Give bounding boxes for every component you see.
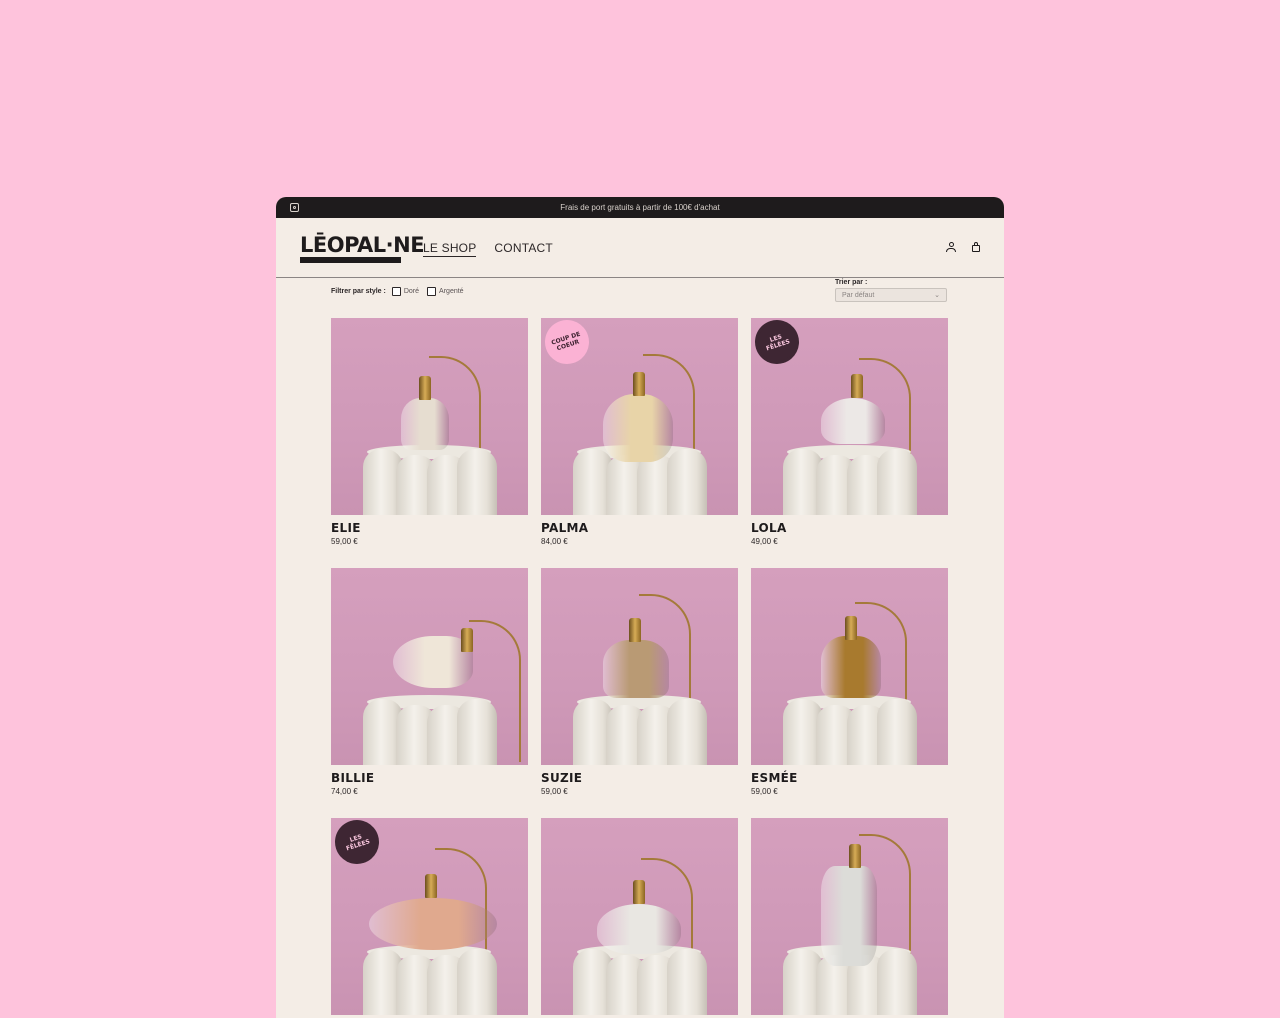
logo[interactable]: LĒOPAL·NE — [300, 233, 425, 257]
nav-le-shop[interactable]: LE SHOP — [423, 241, 477, 257]
lamp-socket — [425, 874, 437, 898]
sort-label: Trier par : — [835, 279, 868, 286]
product-price: 59,00 € — [541, 787, 568, 796]
filter-argente-label: Argenté — [439, 288, 464, 295]
lamp-socket — [629, 618, 641, 642]
chevron-down-icon: ⌄ — [934, 292, 940, 299]
product-card[interactable]: ELIE 59,00 € — [331, 318, 528, 568]
product-card[interactable] — [541, 818, 738, 1018]
product-price: 59,00 € — [751, 787, 778, 796]
product-image[interactable]: COUP DE COEUR — [541, 318, 738, 515]
site-header: LĒOPAL·NE LE SHOP CONTACT — [276, 218, 1004, 278]
product-badge: COUP DE COEUR — [543, 318, 591, 366]
product-image[interactable] — [331, 568, 528, 765]
lamp-socket — [633, 880, 645, 904]
product-image[interactable]: LES FÊLÉES — [751, 318, 948, 515]
announcement-bar: Frais de port gratuits à partir de 100€ … — [276, 197, 1004, 218]
pedestal — [359, 945, 499, 1015]
logo-underline — [300, 257, 401, 263]
pedestal — [569, 695, 709, 765]
product-name[interactable]: BILLIE — [331, 771, 528, 785]
product-card[interactable]: LES FÊLÉES — [331, 818, 528, 1018]
lamp-shade — [821, 398, 885, 444]
filter-dore-label: Doré — [403, 288, 420, 295]
product-name[interactable]: PALMA — [541, 521, 738, 535]
product-card[interactable]: BILLIE 74,00 € — [331, 568, 528, 818]
checkbox-argente[interactable] — [427, 287, 437, 296]
pedestal — [779, 445, 919, 515]
product-badge: LES FÊLÉES — [333, 818, 381, 866]
product-card[interactable] — [751, 818, 948, 1018]
sort-select[interactable]: Par défaut ⌄ — [835, 288, 947, 302]
product-badge: LES FÊLÉES — [753, 318, 801, 366]
pedestal — [779, 695, 919, 765]
checkbox-dore[interactable] — [391, 287, 401, 296]
lamp-shade — [821, 636, 881, 698]
product-card[interactable]: ESMÉE 59,00 € — [751, 568, 948, 818]
product-price: 84,00 € — [541, 537, 568, 546]
product-image[interactable] — [751, 568, 948, 765]
lamp-socket — [419, 376, 431, 400]
lamp-shade — [369, 898, 497, 950]
header-actions — [946, 242, 980, 252]
product-name[interactable]: ESMÉE — [751, 771, 948, 785]
sort-control: Trier par : Par défaut ⌄ — [835, 279, 947, 302]
lamp-shade — [821, 866, 877, 966]
product-image[interactable] — [541, 818, 738, 1015]
lamp-shade — [401, 398, 449, 450]
product-grid: ELIE 59,00 € COUP DE COEUR PALMA 84,00 € LES … — [331, 318, 948, 1018]
product-name[interactable]: ELIE — [331, 521, 528, 535]
lamp-shade — [603, 394, 673, 462]
lamp-socket — [845, 616, 857, 640]
main-nav: LE SHOP CONTACT — [423, 241, 553, 257]
product-price: 74,00 € — [331, 787, 358, 796]
lamp-shade — [603, 640, 669, 698]
product-image[interactable] — [751, 818, 948, 1015]
filter-label: Filtrer par style : — [331, 288, 386, 295]
announcement-text: Frais de port gratuits à partir de 100€ … — [560, 203, 720, 212]
lamp-shade — [597, 904, 681, 954]
product-card[interactable]: LES FÊLÉES LOLA 49,00 € — [751, 318, 948, 568]
pedestal — [359, 695, 499, 765]
pedestal — [359, 445, 499, 515]
lamp-socket — [461, 628, 473, 652]
sort-selected: Par défaut — [842, 291, 875, 299]
bag-icon[interactable] — [972, 242, 980, 252]
product-card[interactable]: SUZIE 59,00 € — [541, 568, 738, 818]
nav-contact[interactable]: CONTACT — [494, 241, 553, 257]
product-name[interactable]: LOLA — [751, 521, 948, 535]
product-image[interactable] — [541, 568, 738, 765]
instagram-icon[interactable] — [290, 203, 299, 212]
lamp-socket — [851, 374, 863, 398]
lamp-socket — [849, 844, 861, 868]
product-price: 59,00 € — [331, 537, 358, 546]
product-price: 49,00 € — [751, 537, 778, 546]
filter-dore[interactable]: Doré — [391, 287, 420, 296]
product-image[interactable] — [331, 318, 528, 515]
user-icon[interactable] — [946, 242, 956, 252]
style-filters: Filtrer par style : Doré Argenté — [331, 287, 472, 296]
product-card[interactable]: COUP DE COEUR PALMA 84,00 € — [541, 318, 738, 568]
browser-frame: Frais de port gratuits à partir de 100€ … — [276, 197, 1004, 1018]
product-name[interactable]: SUZIE — [541, 771, 738, 785]
lamp-socket — [633, 372, 645, 396]
product-image[interactable]: LES FÊLÉES — [331, 818, 528, 1015]
pedestal — [569, 945, 709, 1015]
filter-argente[interactable]: Argenté — [427, 287, 464, 296]
